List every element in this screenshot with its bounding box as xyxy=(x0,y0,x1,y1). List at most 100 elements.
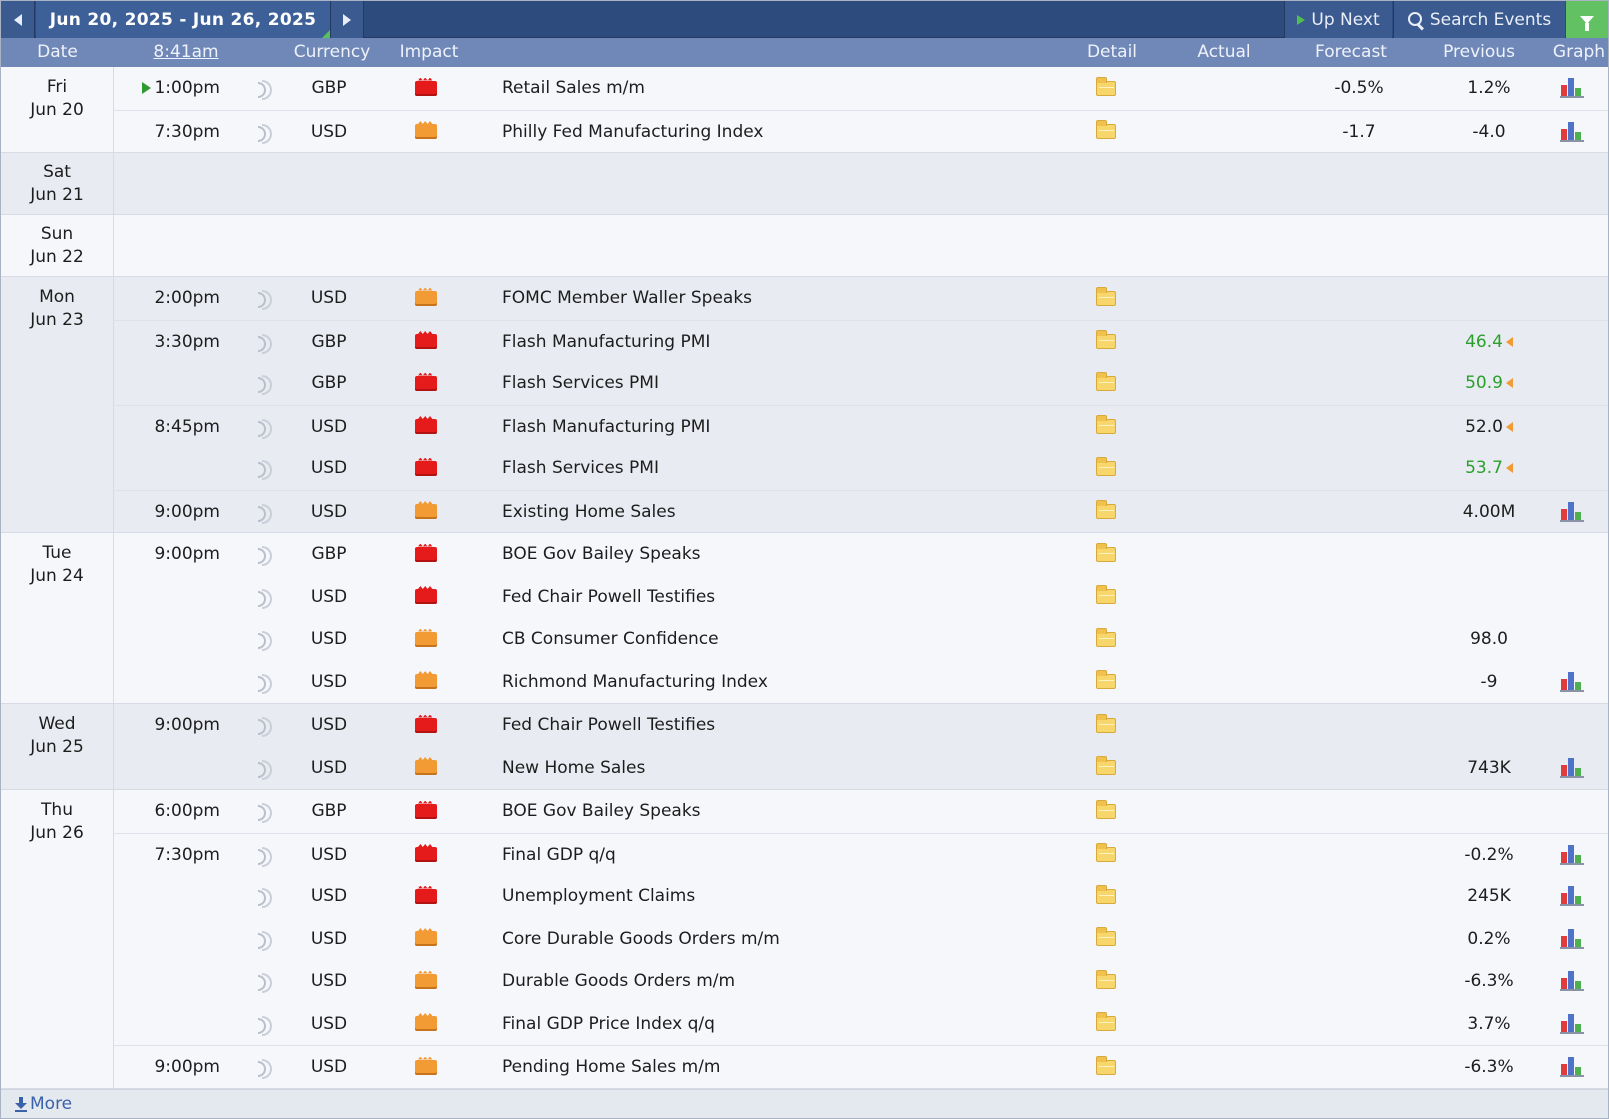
impact-indicator[interactable] xyxy=(406,362,446,404)
alert-sound-toggle[interactable] xyxy=(254,491,274,533)
event-title[interactable]: CB Consumer Confidence xyxy=(502,618,1062,660)
impact-indicator[interactable] xyxy=(406,1003,446,1045)
event-graph-button[interactable] xyxy=(1549,747,1594,789)
alert-sound-toggle[interactable] xyxy=(254,960,274,1002)
impact-indicator[interactable] xyxy=(406,704,446,746)
event-detail-button[interactable] xyxy=(1086,875,1126,917)
impact-indicator[interactable] xyxy=(406,875,446,917)
event-graph-button[interactable] xyxy=(1549,834,1594,876)
event-title[interactable]: Durable Goods Orders m/m xyxy=(502,960,1062,1002)
event-title[interactable]: BOE Gov Bailey Speaks xyxy=(502,533,1062,575)
event-title[interactable]: Fed Chair Powell Testifies xyxy=(502,576,1062,618)
table-row[interactable]: 9:00pm USD Fed Chair Powell Testifies xyxy=(114,704,1608,747)
table-row[interactable]: GBP Flash Services PMI 50.9 xyxy=(114,362,1608,405)
event-title[interactable]: Flash Services PMI xyxy=(502,362,1062,404)
table-row[interactable]: USD CB Consumer Confidence 98.0 xyxy=(114,618,1608,661)
event-title[interactable]: Flash Manufacturing PMI xyxy=(502,406,1062,448)
impact-indicator[interactable] xyxy=(406,747,446,789)
alert-sound-toggle[interactable] xyxy=(254,834,274,876)
table-row[interactable]: USD Unemployment Claims 245K xyxy=(114,875,1608,918)
alert-sound-toggle[interactable] xyxy=(254,875,274,917)
event-detail-button[interactable] xyxy=(1086,67,1126,109)
event-detail-button[interactable] xyxy=(1086,491,1126,533)
table-row[interactable]: USD Core Durable Goods Orders m/m 0.2% xyxy=(114,918,1608,961)
event-graph-button[interactable] xyxy=(1549,661,1594,703)
table-row[interactable]: 1:00pm GBP Retail Sales m/m -0.5% 1.2% xyxy=(114,67,1608,110)
more-button[interactable]: More xyxy=(15,1094,72,1114)
alert-sound-toggle[interactable] xyxy=(254,1046,274,1088)
event-title[interactable]: Final GDP q/q xyxy=(502,834,1062,876)
event-detail-button[interactable] xyxy=(1086,960,1126,1002)
event-detail-button[interactable] xyxy=(1086,277,1126,319)
event-graph-button[interactable] xyxy=(1549,960,1594,1002)
impact-indicator[interactable] xyxy=(406,277,446,319)
impact-indicator[interactable] xyxy=(406,67,446,109)
event-title[interactable]: Existing Home Sales xyxy=(502,491,1062,533)
event-detail-button[interactable] xyxy=(1086,576,1126,618)
event-detail-button[interactable] xyxy=(1086,533,1126,575)
table-row[interactable]: 6:00pm GBP BOE Gov Bailey Speaks xyxy=(114,790,1608,833)
table-row[interactable]: 9:00pm GBP BOE Gov Bailey Speaks xyxy=(114,533,1608,576)
event-detail-button[interactable] xyxy=(1086,1046,1126,1088)
event-graph-button[interactable] xyxy=(1549,67,1594,109)
table-row[interactable]: 7:30pm USD Final GDP q/q -0.2% xyxy=(114,832,1608,876)
impact-indicator[interactable] xyxy=(406,406,446,448)
impact-indicator[interactable] xyxy=(406,321,446,363)
alert-sound-toggle[interactable] xyxy=(254,618,274,660)
alert-sound-toggle[interactable] xyxy=(254,747,274,789)
table-row[interactable]: 9:00pm USD Existing Home Sales 4.00M xyxy=(114,489,1608,533)
event-title[interactable]: Flash Services PMI xyxy=(502,447,1062,489)
filter-button[interactable] xyxy=(1566,1,1608,38)
alert-sound-toggle[interactable] xyxy=(254,790,274,832)
event-detail-button[interactable] xyxy=(1086,447,1126,489)
previous-week-button[interactable] xyxy=(1,1,35,38)
event-title[interactable]: Core Durable Goods Orders m/m xyxy=(502,918,1062,960)
impact-indicator[interactable] xyxy=(406,533,446,575)
table-row[interactable]: USD Richmond Manufacturing Index -9 xyxy=(114,661,1608,704)
event-detail-button[interactable] xyxy=(1086,661,1126,703)
revised-indicator-icon[interactable] xyxy=(1505,463,1513,473)
event-detail-button[interactable] xyxy=(1086,618,1126,660)
event-title[interactable]: Richmond Manufacturing Index xyxy=(502,661,1062,703)
alert-sound-toggle[interactable] xyxy=(254,277,274,319)
event-title[interactable]: Final GDP Price Index q/q xyxy=(502,1003,1062,1045)
impact-indicator[interactable] xyxy=(406,618,446,660)
event-graph-button[interactable] xyxy=(1549,1046,1594,1088)
current-time-link[interactable]: 8:41am xyxy=(141,42,231,62)
alert-sound-toggle[interactable] xyxy=(254,918,274,960)
alert-sound-toggle[interactable] xyxy=(254,661,274,703)
event-title[interactable]: Unemployment Claims xyxy=(502,875,1062,917)
impact-indicator[interactable] xyxy=(406,661,446,703)
event-detail-button[interactable] xyxy=(1086,834,1126,876)
table-row[interactable]: USD Final GDP Price Index q/q 3.7% xyxy=(114,1003,1608,1046)
alert-sound-toggle[interactable] xyxy=(254,321,274,363)
event-title[interactable]: Retail Sales m/m xyxy=(502,67,1062,109)
impact-indicator[interactable] xyxy=(406,790,446,832)
event-graph-button[interactable] xyxy=(1549,875,1594,917)
event-detail-button[interactable] xyxy=(1086,406,1126,448)
event-detail-button[interactable] xyxy=(1086,918,1126,960)
event-detail-button[interactable] xyxy=(1086,321,1126,363)
impact-indicator[interactable] xyxy=(406,1046,446,1088)
alert-sound-toggle[interactable] xyxy=(254,1003,274,1045)
event-detail-button[interactable] xyxy=(1086,747,1126,789)
alert-sound-toggle[interactable] xyxy=(254,111,274,153)
alert-sound-toggle[interactable] xyxy=(254,576,274,618)
revised-indicator-icon[interactable] xyxy=(1505,378,1513,388)
search-events-button[interactable]: Search Events xyxy=(1393,1,1565,38)
impact-indicator[interactable] xyxy=(406,960,446,1002)
impact-indicator[interactable] xyxy=(406,834,446,876)
table-row[interactable]: 3:30pm GBP Flash Manufacturing PMI 46.4 xyxy=(114,319,1608,363)
up-next-button[interactable]: Up Next xyxy=(1284,1,1392,38)
event-graph-button[interactable] xyxy=(1549,491,1594,533)
alert-sound-toggle[interactable] xyxy=(254,67,274,109)
table-row[interactable]: 9:00pm USD Pending Home Sales m/m -6.3% xyxy=(114,1045,1608,1088)
event-detail-button[interactable] xyxy=(1086,362,1126,404)
alert-sound-toggle[interactable] xyxy=(254,406,274,448)
event-title[interactable]: Fed Chair Powell Testifies xyxy=(502,704,1062,746)
next-week-button[interactable] xyxy=(330,1,364,38)
table-row[interactable]: 8:45pm USD Flash Manufacturing PMI 52.0 xyxy=(114,404,1608,448)
table-row[interactable]: USD New Home Sales 743K xyxy=(114,747,1608,790)
event-detail-button[interactable] xyxy=(1086,790,1126,832)
impact-indicator[interactable] xyxy=(406,111,446,153)
